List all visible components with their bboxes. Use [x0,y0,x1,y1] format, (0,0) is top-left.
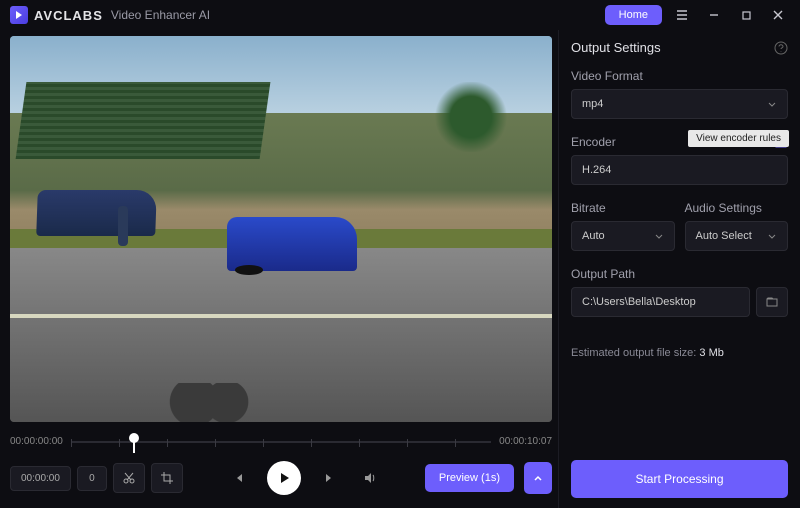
chevron-down-icon [654,231,664,241]
maximize-icon[interactable] [734,3,758,27]
start-processing-button[interactable]: Start Processing [571,460,788,498]
bitrate-label: Bitrate [571,201,675,215]
minimize-icon[interactable] [702,3,726,27]
chevron-down-icon [767,99,777,109]
browse-folder-button[interactable] [756,287,788,317]
path-label: Output Path [571,267,788,281]
timeline[interactable] [71,431,491,451]
brand-text: AVCLABS [34,8,103,23]
format-select[interactable]: mp4 [571,89,788,119]
video-preview[interactable] [10,36,552,422]
audio-select[interactable]: Auto Select [685,221,789,251]
home-button[interactable]: Home [605,5,662,25]
cut-button[interactable] [113,463,145,493]
encoder-select[interactable]: H.264 View encoder rules [571,155,788,185]
close-icon[interactable] [766,3,790,27]
panel-title: Output Settings [571,40,661,55]
encoder-label: Encoder [571,135,616,149]
volume-button[interactable] [359,467,381,489]
menu-icon[interactable] [670,3,694,27]
app-logo: AVCLABS [10,6,103,24]
playhead[interactable] [129,433,139,443]
play-button[interactable] [267,461,301,495]
next-frame-button[interactable] [319,467,341,489]
encoder-tooltip: View encoder rules [688,130,789,147]
preview-button[interactable]: Preview (1s) [425,464,514,492]
output-path-field[interactable]: C:\Users\Bella\Desktop [571,287,750,317]
help-icon[interactable] [774,41,788,55]
format-label: Video Format [571,69,788,83]
crop-button[interactable] [151,463,183,493]
bitrate-select[interactable]: Auto [571,221,675,251]
timecode-display: 00:00:00 [10,466,71,491]
estimated-size: Estimated output file size: 3 Mb [571,347,788,359]
timeline-end: 00:00:10:07 [499,436,552,447]
titlebar: AVCLABS Video Enhancer AI Home [0,0,800,30]
audio-label: Audio Settings [685,201,789,215]
preview-pane: 00:00:00:00 00:00:10:07 00:00:00 0 Previ… [0,30,558,508]
logo-icon [10,6,28,24]
app-subtitle: Video Enhancer AI [111,8,210,22]
preview-options-button[interactable] [524,462,552,494]
frame-display: 0 [77,466,107,491]
timeline-start: 00:00:00:00 [10,436,63,447]
output-settings-panel: Output Settings Video Format mp4 Encoder… [558,30,800,508]
chevron-down-icon [767,231,777,241]
prev-frame-button[interactable] [227,467,249,489]
